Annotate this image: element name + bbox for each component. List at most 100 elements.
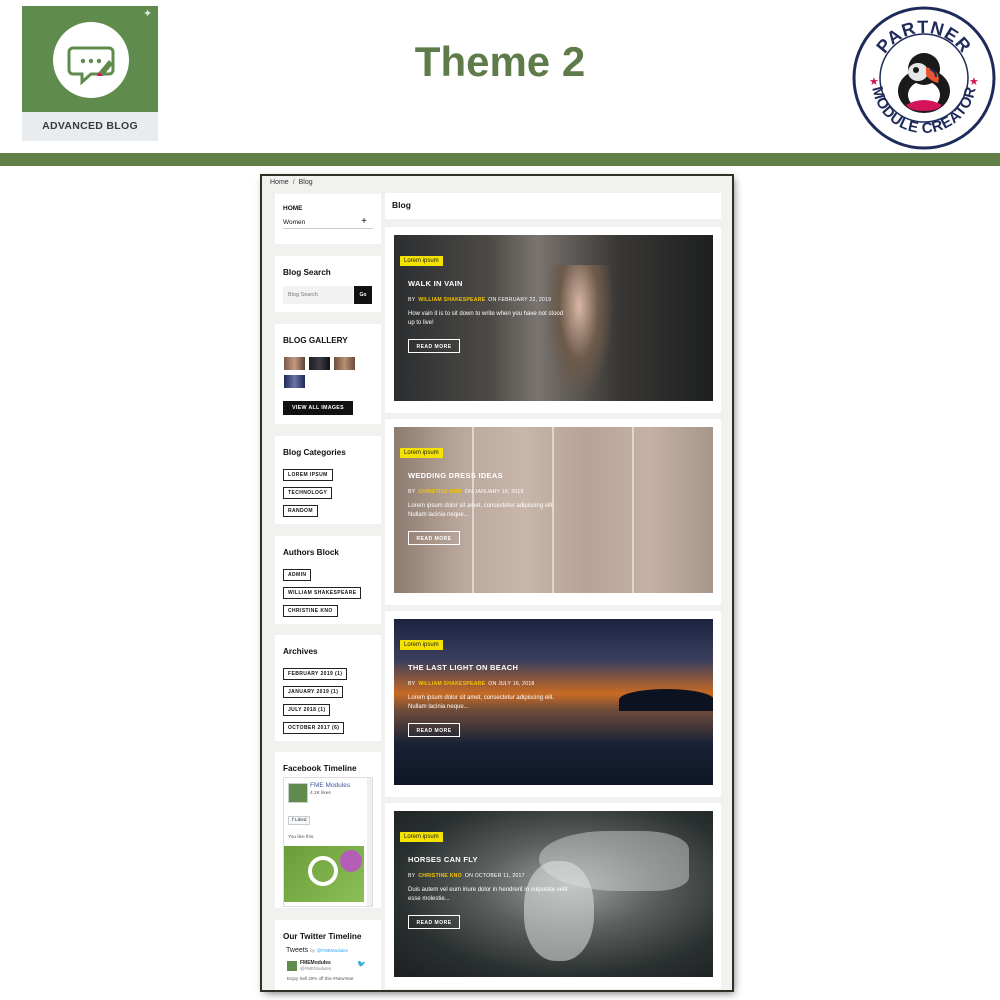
post-hero-image[interactable]: Lorem ipsum WALK IN VAIN BY WILLIAM SHAKE… xyxy=(394,235,713,401)
blog-post-card: Lorem ipsum THE LAST LIGHT ON BEACH BY WI… xyxy=(385,611,721,797)
gallery-thumbnail[interactable] xyxy=(284,357,305,370)
archive-link[interactable]: JANUARY 2019 (1) xyxy=(283,686,344,698)
bird-icon: 🐦 xyxy=(357,961,366,968)
facebook-timeline-title: Facebook Timeline xyxy=(283,764,357,773)
search-form: Go xyxy=(283,286,373,304)
blog-gallery-widget: BLOG GALLERY VIEW ALL IMAGES xyxy=(275,324,381,424)
advanced-blog-logo: ✦ ADVANCED BLOG xyxy=(22,6,158,141)
sparkle-icon: ✦ xyxy=(143,8,153,20)
post-date: ON JANUARY 16, 2019 xyxy=(464,489,524,495)
nav-women-link[interactable]: Women + xyxy=(283,216,373,229)
star-icon: ★ xyxy=(869,76,879,88)
post-by-label: BY xyxy=(408,873,416,879)
view-all-images-button[interactable]: VIEW ALL IMAGES xyxy=(283,401,353,415)
authors-widget: Authors Block ADMIN WILLIAM SHAKESPEARE … xyxy=(275,536,381,624)
read-more-button[interactable]: READ MORE xyxy=(408,915,460,929)
post-meta: BY CHRISTINE KNO ON JANUARY 16, 2019 xyxy=(408,489,524,495)
blog-categories-title: Blog Categories xyxy=(283,448,346,457)
twitter-timeline-widget: Our Twitter Timeline Tweets by @FMEModul… xyxy=(275,920,381,990)
post-title[interactable]: THE LAST LIGHT ON BEACH xyxy=(408,663,518,672)
post-date: ON OCTOBER 11, 2017 xyxy=(464,873,525,879)
gallery-thumbnail[interactable] xyxy=(309,357,330,370)
blog-gallery-title: BLOG GALLERY xyxy=(283,336,348,345)
blog-heading-bar: Blog xyxy=(385,193,721,219)
search-go-button[interactable]: Go xyxy=(354,286,372,304)
fb-liked-label: Liked xyxy=(294,818,307,823)
post-by-label: BY xyxy=(408,489,416,495)
gallery-thumbnail[interactable] xyxy=(334,357,355,370)
author-tag[interactable]: ADMIN xyxy=(283,569,312,581)
facebook-timeline-widget: Facebook Timeline FME Modules 4.2K likes… xyxy=(275,752,381,908)
fb-scrollbar[interactable] xyxy=(367,778,372,906)
tweets-by-label: by xyxy=(310,948,315,953)
blog-post-card: Lorem ipsum WEDDING DRESS IDEAS BY CHRIST… xyxy=(385,419,721,605)
blog-post-card: Lorem ipsum WALK IN VAIN BY WILLIAM SHAKE… xyxy=(385,227,721,413)
facebook-embed: FME Modules 4.2K likes f Liked You like … xyxy=(283,777,373,907)
category-tag[interactable]: TECHNOLOGY xyxy=(283,487,333,499)
post-hero-image[interactable]: Lorem ipsum WEDDING DRESS IDEAS BY CHRIST… xyxy=(394,427,713,593)
post-by-label: BY xyxy=(408,297,416,303)
archive-link[interactable]: OCTOBER 2017 (6) xyxy=(283,722,345,734)
blog-search-widget: Blog Search Go xyxy=(275,256,381,312)
nav-women-label: Women xyxy=(283,219,306,226)
read-more-button[interactable]: READ MORE xyxy=(408,723,460,737)
read-more-button[interactable]: READ MORE xyxy=(408,339,460,353)
authors-title: Authors Block xyxy=(283,548,339,557)
post-author-link[interactable]: WILLIAM SHAKESPEARE xyxy=(418,681,485,687)
twitter-account-handle: @FMEModules xyxy=(300,966,332,971)
panel-divider xyxy=(632,427,634,593)
post-tag[interactable]: Lorem ipsum xyxy=(400,832,443,842)
blog-screenshot: Home/Blog HOME Women + Blog Search Go BL… xyxy=(262,176,732,990)
twitter-handle-link[interactable]: @FMEModules xyxy=(317,948,348,953)
post-author-link[interactable]: CHRISTINE KNO xyxy=(418,873,462,879)
chat-bubble-icon xyxy=(67,46,115,86)
post-hero-image[interactable]: Lorem ipsum THE LAST LIGHT ON BEACH BY WI… xyxy=(394,619,713,785)
post-tag[interactable]: Lorem ipsum xyxy=(400,640,443,650)
nav-widget: HOME Women + xyxy=(275,194,381,244)
fb-post-image[interactable] xyxy=(284,846,364,902)
blog-post-card: Lorem ipsum HORSES CAN FLY BY CHRISTINE K… xyxy=(385,803,721,989)
read-more-button[interactable]: READ MORE xyxy=(408,531,460,545)
breadcrumb-current: Blog xyxy=(298,179,313,186)
author-tag[interactable]: WILLIAM SHAKESPEARE xyxy=(283,587,362,599)
archive-link[interactable]: FEBRUARY 2019 (1) xyxy=(283,668,348,680)
logo-label: ADVANCED BLOG xyxy=(22,112,158,141)
star-icon: ★ xyxy=(969,76,979,88)
post-author-link[interactable]: CHRISTINE KNO xyxy=(418,489,462,495)
blog-search-title: Blog Search xyxy=(283,268,331,277)
post-excerpt: How vain it is to sit down to write when… xyxy=(408,311,564,326)
post-tag[interactable]: Lorem ipsum xyxy=(400,256,443,266)
category-tag[interactable]: RANDOM xyxy=(283,505,318,517)
post-excerpt: Lorem ipsum dolor sit amet, consectetur … xyxy=(408,695,555,710)
fb-page-name[interactable]: FME Modules xyxy=(310,782,350,789)
expand-plus-icon[interactable]: + xyxy=(361,216,367,227)
archive-link[interactable]: JULY 2018 (1) xyxy=(283,704,331,716)
horse-shape xyxy=(524,861,594,961)
archives-widget: Archives FEBRUARY 2019 (1) JANUARY 2019 … xyxy=(275,635,381,741)
partner-module-creator-badge: PARTNER MODULE CREATOR ★ ★ xyxy=(852,5,996,151)
post-meta: BY WILLIAM SHAKESPEARE ON JULY 16, 2018 xyxy=(408,681,535,687)
gallery-thumbnails xyxy=(283,357,373,393)
twitter-embed: Tweets by @FMEModules FMEModules @FMEMod… xyxy=(283,947,371,990)
breadcrumb: Home / Blog xyxy=(270,179,313,186)
post-date: ON JULY 16, 2018 xyxy=(488,681,535,687)
post-title[interactable]: WALK IN VAIN xyxy=(408,279,463,288)
fb-liked-button[interactable]: f Liked xyxy=(288,816,311,825)
nav-home-link[interactable]: HOME xyxy=(283,205,373,212)
post-hero-image[interactable]: Lorem ipsum HORSES CAN FLY BY CHRISTINE K… xyxy=(394,811,713,977)
post-author-link[interactable]: WILLIAM SHAKESPEARE xyxy=(418,297,485,303)
breadcrumb-separator: / xyxy=(292,179,295,186)
post-title[interactable]: HORSES CAN FLY xyxy=(408,855,478,864)
post-excerpt: Lorem ipsum dolor sit amet, consectetur … xyxy=(408,503,555,518)
gallery-thumbnail[interactable] xyxy=(284,375,305,388)
post-tag[interactable]: Lorem ipsum xyxy=(400,448,443,458)
twitter-timeline-title: Our Twitter Timeline xyxy=(283,932,362,941)
author-tag[interactable]: CHRISTINE KNO xyxy=(283,605,338,617)
blog-search-input[interactable] xyxy=(283,286,353,304)
post-meta: BY WILLIAM SHAKESPEARE ON FEBRUARY 22, 201… xyxy=(408,297,551,303)
post-title[interactable]: WEDDING DRESS IDEAS xyxy=(408,471,503,480)
blog-categories-widget: Blog Categories LOREM IPSUM TECHNOLOGY R… xyxy=(275,436,381,524)
category-tag[interactable]: LOREM IPSUM xyxy=(283,469,333,481)
breadcrumb-home-link[interactable]: Home xyxy=(270,179,289,186)
fb-you-like-text: You like this xyxy=(288,835,314,840)
